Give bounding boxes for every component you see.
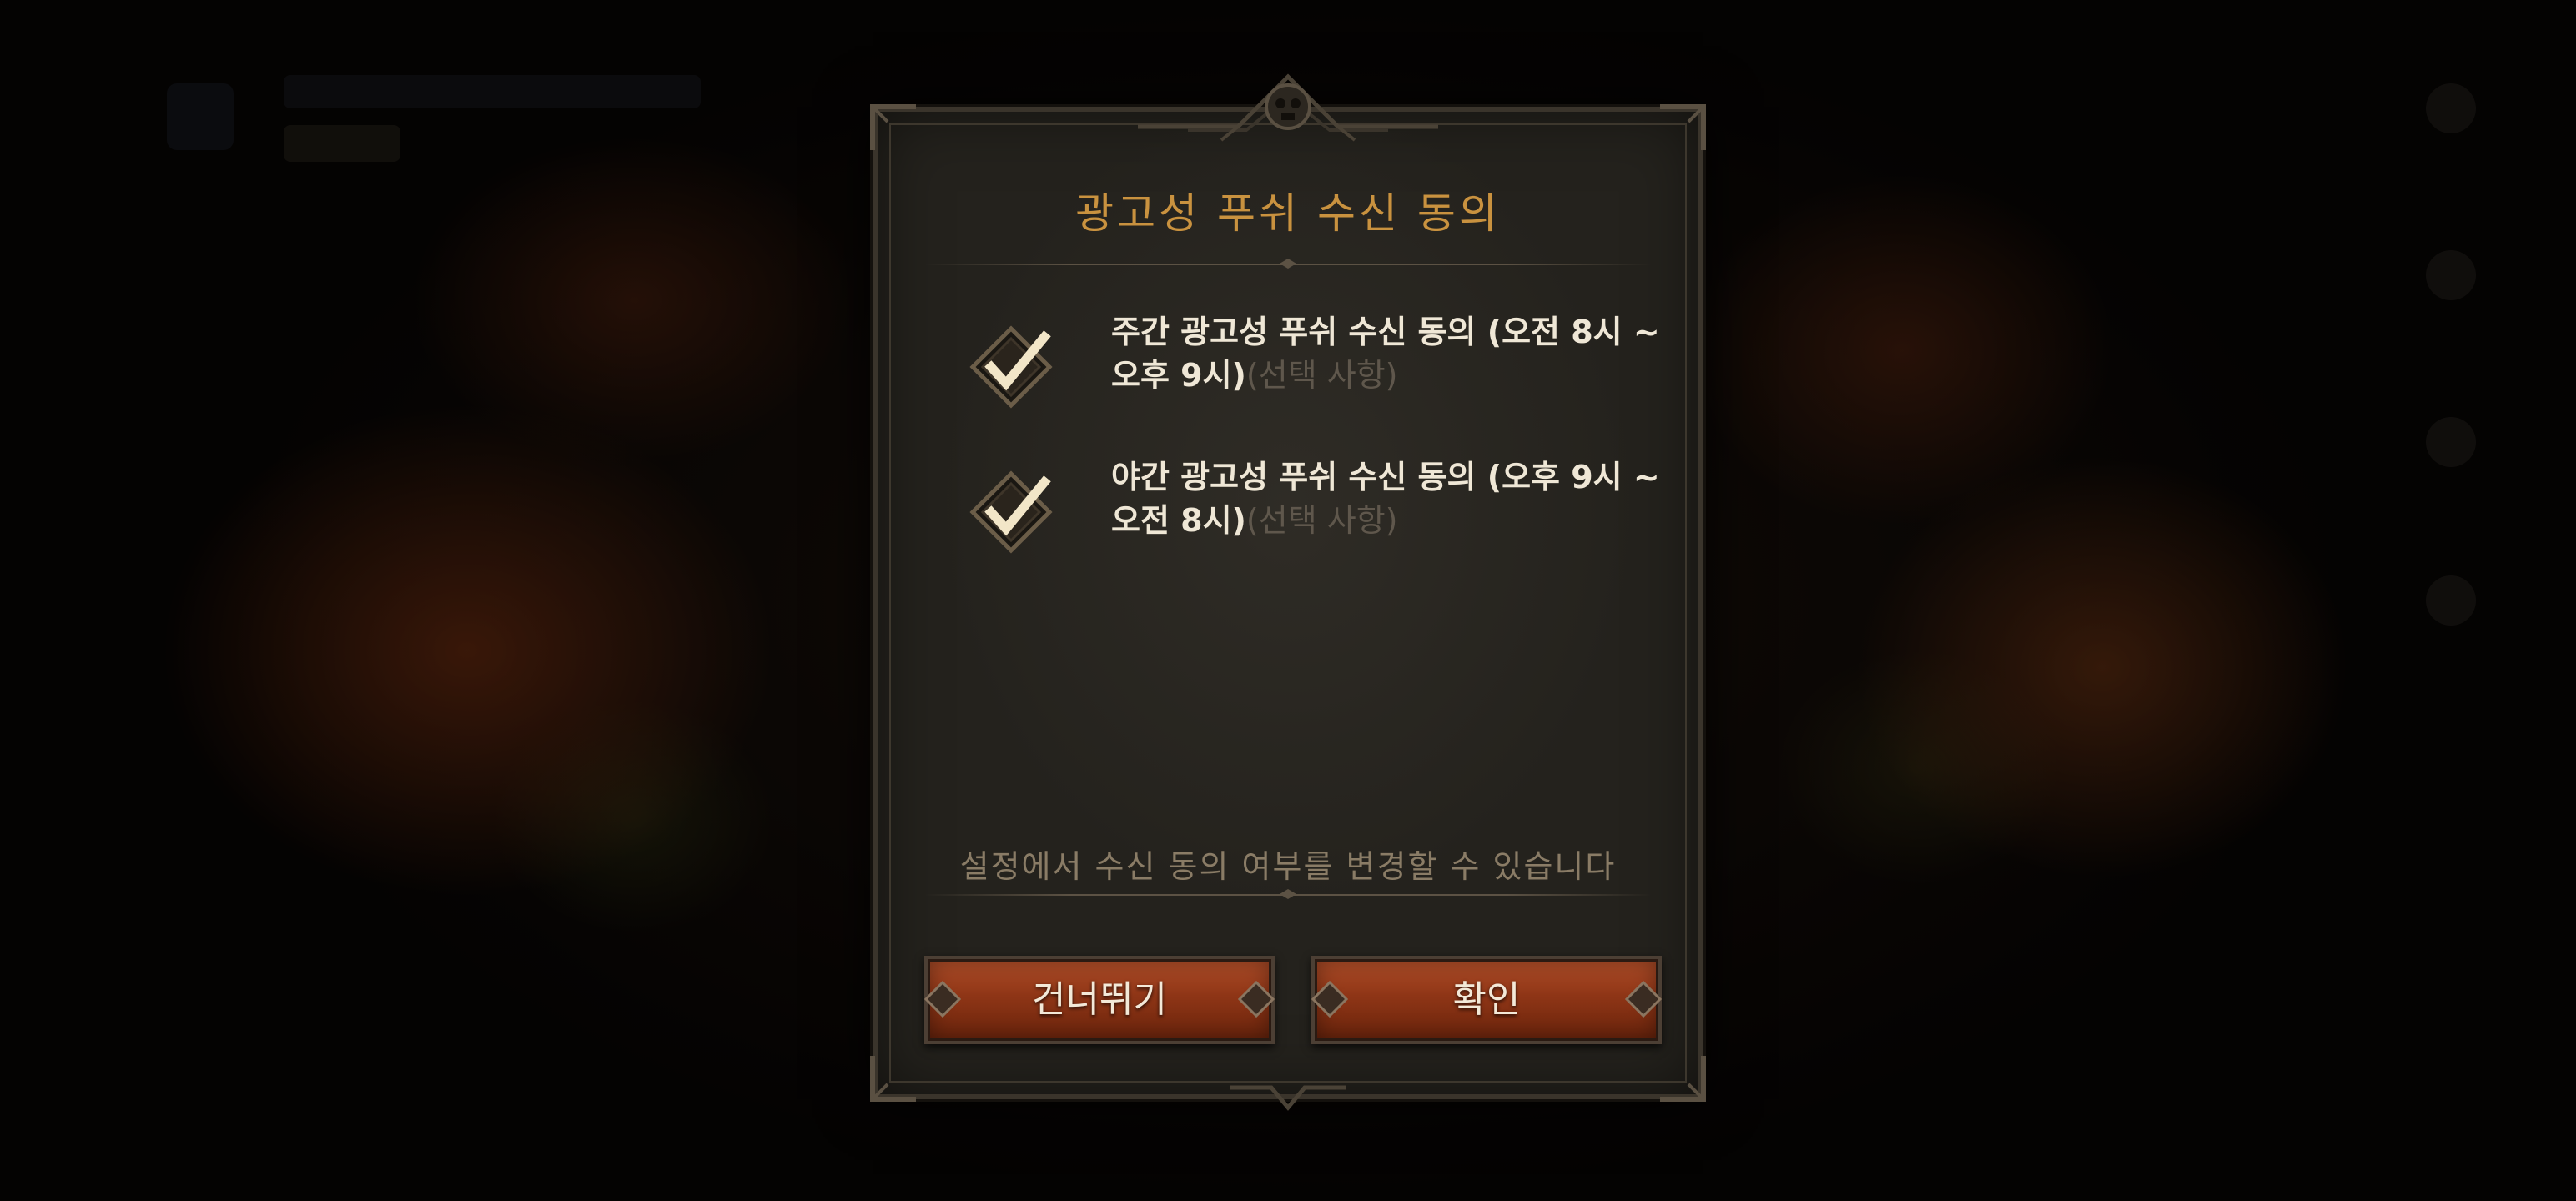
footer-divider [924,889,1652,899]
push-consent-dialog: 광고성 푸쉬 수신 동의 주간 광고성 푸쉬 수신 동의 (오전 8시 ~오후 … [870,73,1706,1111]
skip-button-label: 건너뛰기 [1032,978,1167,1021]
corner-ornament-icon [870,104,916,150]
dialog-title: 광고성 푸쉬 수신 동의 [1075,189,1501,238]
corner-ornament-icon [870,1056,916,1102]
button-corner-ornament-icon [1311,981,1348,1018]
button-corner-ornament-icon [1625,981,1662,1018]
button-corner-ornament-icon [924,981,961,1018]
daytime-consent-note: (선택 사항) [1245,357,1398,394]
divider-ornament-icon [1280,889,1296,899]
daytime-consent-checkbox[interactable] [969,325,1053,409]
confirm-button[interactable]: 확인 [1311,956,1662,1044]
corner-ornament-icon [1660,1056,1706,1102]
bottom-ornament-icon [1230,1085,1346,1111]
title-divider [924,259,1652,269]
skull-ornament-icon [1138,73,1438,142]
button-corner-ornament-icon [1238,981,1275,1018]
settings-hint-text: 설정에서 수신 동의 여부를 변경할 수 있습니다 [959,848,1617,885]
nighttime-consent-checkbox[interactable] [969,470,1053,554]
nighttime-consent-text: 야간 광고성 푸쉬 수신 동의 (오후 9시 ~오전 8시)(선택 사항) [1111,455,1662,542]
confirm-button-label: 확인 [1452,978,1521,1021]
nighttime-consent-note: (선택 사항) [1245,502,1398,539]
daytime-consent-text: 주간 광고성 푸쉬 수신 동의 (오전 8시 ~오후 9시)(선택 사항) [1111,310,1662,397]
skip-button[interactable]: 건너뛰기 [924,956,1275,1044]
divider-ornament-icon [1280,259,1296,269]
corner-ornament-icon [1660,104,1706,150]
